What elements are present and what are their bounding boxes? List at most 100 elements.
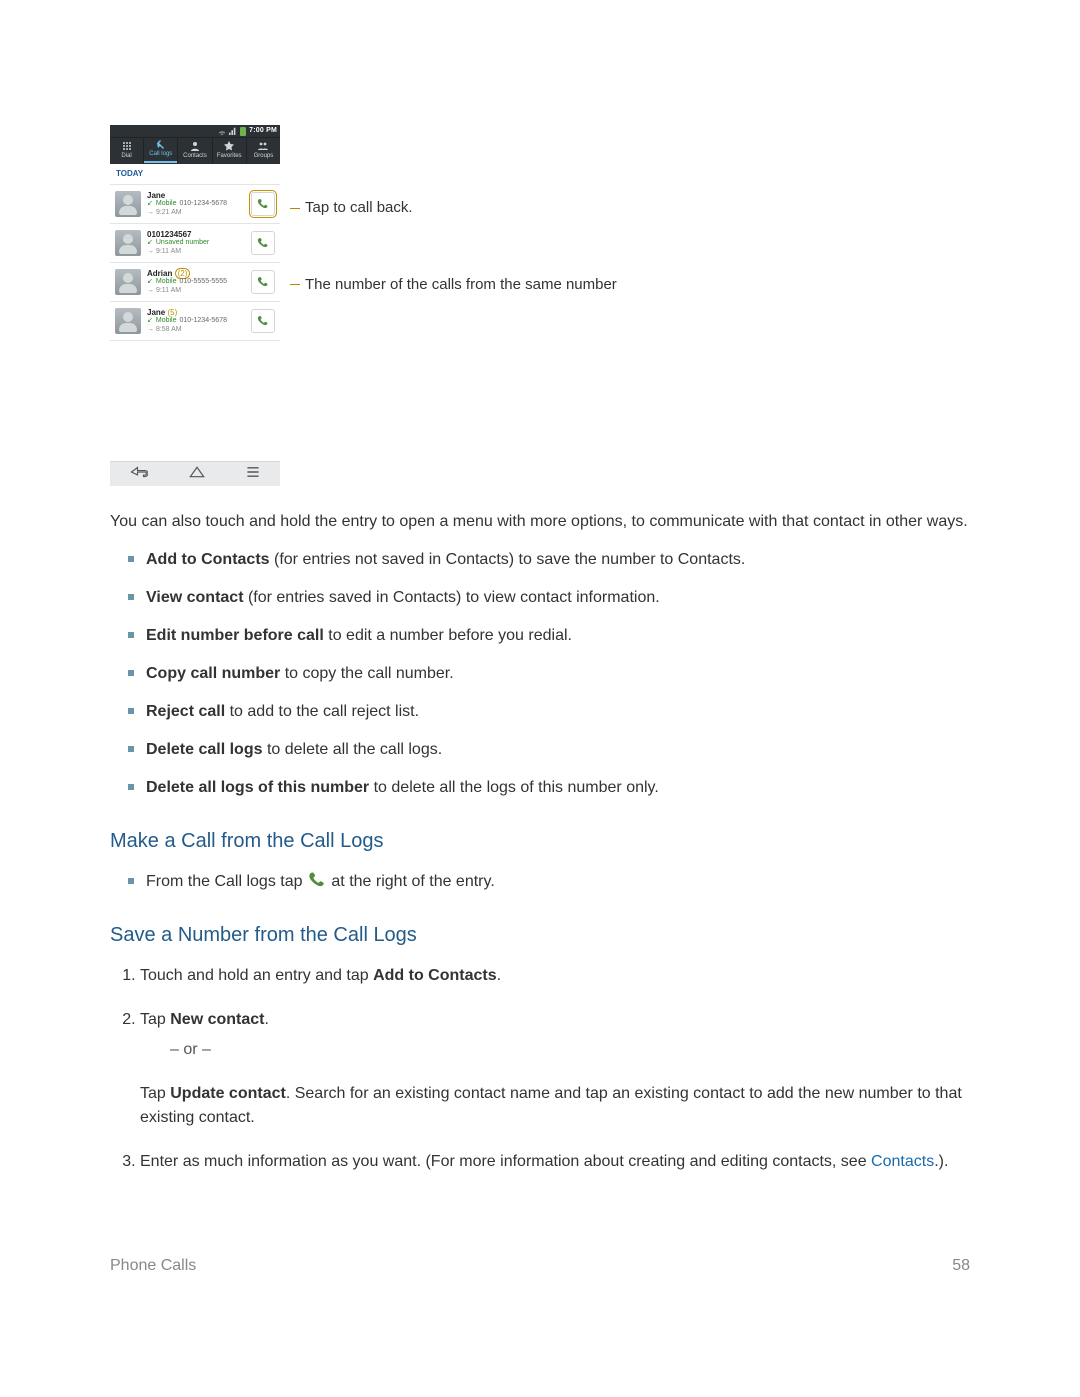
phone-number: 010-1234-5678 [180,200,228,208]
phone-app-tabs: Dial Call logs Contacts Favorites Groups [110,137,280,164]
contact-name: 0101234567 [147,230,192,239]
tab-favorites-label: Favorites [217,152,242,161]
call-log-row[interactable]: 0101234567 ↙Unsaved number → 9:11 AM [110,224,280,263]
option-delete-all-logs: Delete all logs of this number to delete… [146,776,970,800]
tab-contacts[interactable]: Contacts [178,138,212,164]
callout-tap-call-back: Tap to call back. [290,197,617,220]
make-call-steps: From the Call logs tap at the right of t… [110,870,970,894]
phone-icon [257,315,269,327]
row-info: 0101234567 ↙Unsaved number → 9:11 AM [147,230,251,256]
callout-text: The number of the calls from the same nu… [305,274,617,297]
call-time: 9:11 AM [156,287,181,294]
footer-section: Phone Calls [110,1254,196,1278]
option-reject-call: Reject call to add to the call reject li… [146,700,970,724]
tab-groups-label: Groups [254,152,274,161]
save-number-steps: Touch and hold an entry and tap Add to C… [110,964,970,1174]
link-contacts[interactable]: Contacts [871,1153,934,1170]
groups-icon [258,141,268,151]
phone-icon [257,237,269,249]
call-time: 9:21 AM [156,209,182,216]
option-edit-number: Edit number before call to edit a number… [146,624,970,648]
call-back-button[interactable] [251,192,275,216]
figure-callouts: Tap to call back. The number of the call… [290,125,617,486]
call-count: (5) [167,308,177,317]
call-back-button[interactable] [251,231,275,255]
contacts-icon [190,141,200,151]
row-info: Jane (5) ↙Mobile 010-1234-5678 → 8:58 AM [147,308,251,334]
option-copy-call-number: Copy call number to copy the call number… [146,662,970,686]
status-bar: 7:00 PM [110,125,280,137]
tab-groups[interactable]: Groups [247,138,280,164]
call-time: 9:11 AM [156,248,181,255]
inline-phone-icon [307,870,327,890]
incoming-call-icon: ↙ [147,200,153,208]
contact-name: Jane [147,308,165,317]
tab-contacts-label: Contacts [183,152,207,161]
section-today: TODAY [110,164,280,185]
footer-page-number: 58 [952,1254,970,1278]
time-arrow-icon: → [147,326,154,333]
number-type: Mobile [156,278,177,286]
call-count: (2) [175,268,191,279]
heading-make-a-call: Make a Call from the Call Logs [110,826,970,856]
row-info: Jane ↙Mobile 010-1234-5678 → 9:21 AM [147,191,251,217]
tab-call-logs[interactable]: Call logs [144,138,178,164]
row-info: Adrian (2) ↙Mobile 010-5555-5555 → 9:11 … [147,269,251,295]
call-back-button[interactable] [251,270,275,294]
number-type: Unsaved number [156,239,209,247]
dialpad-icon [122,141,132,151]
avatar [115,308,141,334]
phone-number: 010-5555-5555 [180,278,228,286]
menu-icon[interactable] [246,462,260,486]
tab-dial-label: Dial [121,152,131,161]
number-type: Mobile [156,200,177,208]
save-number-step-2: Tap New contact. – or – Tap Update conta… [140,1008,970,1130]
phone-number: 010-1234-5678 [180,317,228,325]
contact-name: Adrian [147,269,172,278]
heading-save-number: Save a Number from the Call Logs [110,920,970,950]
incoming-call-icon: ↙ [147,278,153,286]
signal-icon [229,127,237,135]
avatar [115,230,141,256]
call-log-row[interactable]: Jane (5) ↙Mobile 010-1234-5678 → 8:58 AM [110,302,280,341]
number-type: Mobile [156,317,177,325]
call-logs-figure: 7:00 PM Dial Call logs Contacts Favorit [110,125,970,486]
wifi-icon [218,127,226,135]
tab-favorites[interactable]: Favorites [213,138,247,164]
intro-paragraph: You can also touch and hold the entry to… [110,510,970,534]
time-arrow-icon: → [147,287,154,294]
context-menu-options: Add to Contacts (for entries not saved i… [110,548,970,800]
option-delete-call-logs: Delete call logs to delete all the call … [146,738,970,762]
page-footer: Phone Calls 58 [110,1254,970,1278]
call-back-button[interactable] [251,309,275,333]
phone-icon [257,198,269,210]
option-view-contact: View contact (for entries saved in Conta… [146,586,970,610]
make-call-step: From the Call logs tap at the right of t… [146,870,970,894]
battery-icon [240,127,246,136]
call-log-row[interactable]: Adrian (2) ↙Mobile 010-5555-5555 → 9:11 … [110,263,280,302]
or-separator: – or – [170,1038,970,1062]
status-time: 7:00 PM [249,126,277,137]
option-add-to-contacts: Add to Contacts (for entries not saved i… [146,548,970,572]
callout-text: Tap to call back. [305,197,413,220]
call-log-row[interactable]: Jane ↙Mobile 010-1234-5678 → 9:21 AM [110,185,280,224]
callout-call-count: The number of the calls from the same nu… [290,274,617,297]
time-arrow-icon: → [147,209,154,216]
avatar [115,191,141,217]
save-number-step-1: Touch and hold an entry and tap Add to C… [140,964,970,988]
incoming-call-icon: ↙ [147,317,153,325]
step-2-alt: Tap Update contact. Search for an existi… [140,1082,970,1130]
save-number-step-3: Enter as much information as you want. (… [140,1150,970,1174]
incoming-call-icon: ↙ [147,239,153,247]
home-icon[interactable] [189,462,205,486]
avatar [115,269,141,295]
back-icon[interactable] [130,462,148,486]
star-icon [224,141,234,151]
time-arrow-icon: → [147,248,154,255]
tab-call-logs-label: Call logs [149,150,172,159]
call-logs-icon [156,139,166,149]
android-nav-bar [110,461,280,486]
call-time: 8:58 AM [156,326,182,333]
phone-icon [257,276,269,288]
tab-dial[interactable]: Dial [110,138,144,164]
